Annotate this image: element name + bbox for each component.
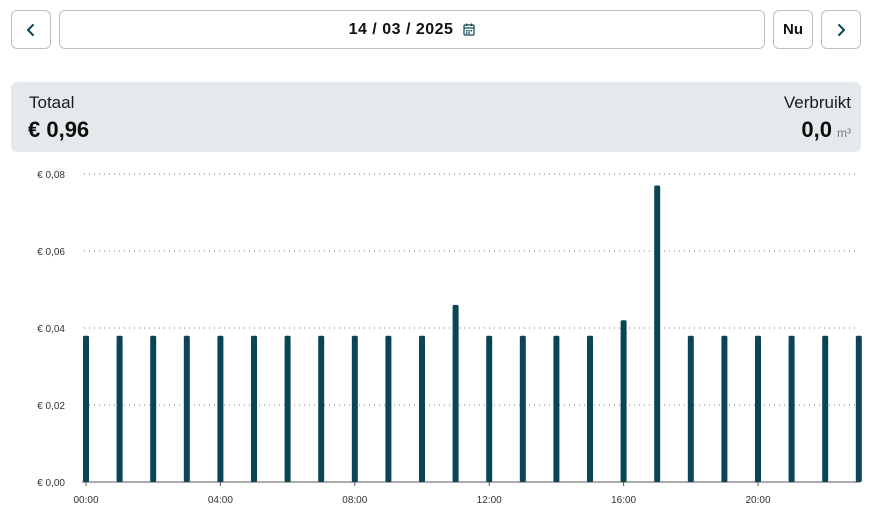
bar-0500[interactable] (251, 335, 257, 482)
usage-unit: m³ (837, 126, 851, 140)
bar-0900[interactable] (385, 335, 392, 482)
bar-1200[interactable] (486, 335, 493, 482)
x-tick-label: 08:00 (342, 495, 367, 506)
hourly-cost-chart: € 0,00 € 0,02 € 0,04 € 0,06 € 0,08 00:00 04:00… (37, 170, 862, 506)
calendar-icon (463, 23, 476, 36)
bar-0700[interactable] (318, 335, 325, 482)
summary-panel: Totaal € 0,96 Verbruikt 0,0 m³ (11, 82, 861, 152)
y-tick-label: € 0,04 (37, 324, 65, 335)
y-tick-label: € 0,02 (37, 401, 65, 412)
usage-value: 0,0 (801, 117, 832, 142)
today-button[interactable]: Nu (773, 10, 813, 49)
bar-1100[interactable] (452, 304, 459, 482)
x-tick-label: 16:00 (611, 495, 636, 506)
bar-1600[interactable] (620, 320, 627, 482)
x-tick-label: 00:00 (73, 495, 98, 506)
previous-day-button[interactable] (11, 10, 51, 49)
x-tick-label: 20:00 (745, 495, 770, 506)
bar-2100[interactable] (788, 335, 795, 482)
usage-value-group: 0,0 m³ (801, 117, 851, 143)
bar-1000[interactable] (419, 335, 425, 482)
total-label: Totaal (29, 93, 75, 112)
bar-1800[interactable] (687, 335, 694, 482)
bar-0400[interactable] (217, 335, 224, 482)
x-tick-label: 04:00 (208, 495, 233, 506)
bar-2200[interactable] (822, 335, 829, 482)
date-display: 14 / 03 / 2025 (348, 20, 454, 38)
total-value: € 0,96 (28, 117, 90, 142)
bar-0800[interactable] (351, 335, 358, 482)
y-tick-label: € 0,00 (37, 478, 65, 489)
usage-label: Verbruikt (783, 93, 851, 112)
chevron-right-icon (835, 23, 847, 37)
date-picker-button[interactable]: 14 / 03 / 2025 (59, 10, 765, 49)
bar-0100[interactable] (116, 335, 123, 482)
bar-1500[interactable] (587, 335, 593, 482)
x-tick-label: 12:00 (477, 495, 502, 506)
y-tick-label: € 0,08 (37, 170, 65, 181)
next-day-button[interactable] (821, 10, 861, 49)
y-tick-label: € 0,06 (37, 247, 65, 258)
bar-1300[interactable] (519, 335, 526, 482)
bar-0300[interactable] (183, 335, 190, 482)
bar-1900[interactable] (721, 335, 728, 482)
bar-1700[interactable] (654, 185, 661, 483)
bar-1400[interactable] (553, 335, 560, 482)
bar-0600[interactable] (284, 335, 291, 482)
bar-0200[interactable] (150, 335, 157, 482)
today-button-label: Nu (783, 21, 803, 38)
bar-0000[interactable] (83, 335, 89, 482)
bar-2300[interactable] (855, 335, 862, 482)
bar-2000[interactable] (755, 335, 761, 482)
chevron-left-icon (25, 23, 37, 37)
